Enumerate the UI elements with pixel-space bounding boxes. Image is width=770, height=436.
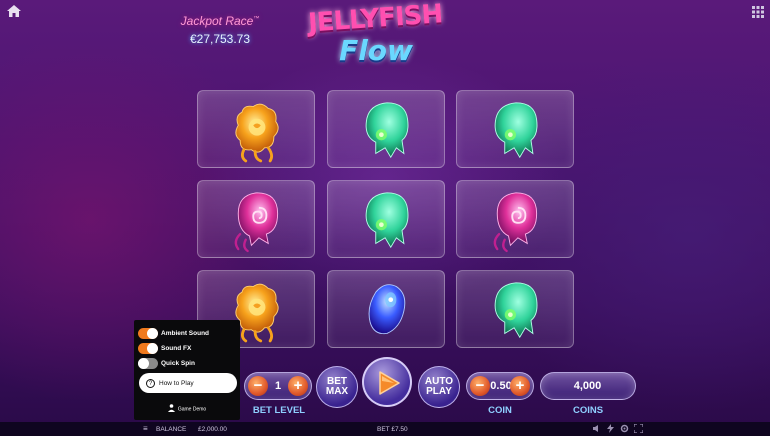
green-jellyfish-icon <box>365 102 409 159</box>
reel-cell <box>197 180 315 258</box>
sound-icon[interactable] <box>592 424 601 433</box>
toggle-label: Sound FX <box>161 344 192 352</box>
pink-jellyfish-icon <box>234 192 279 253</box>
game-logo: JELLYFISH Flow <box>307 0 444 67</box>
reel-cell <box>327 90 445 168</box>
settings-menu: Ambient Sound Sound FX Quick Spin ? How … <box>134 320 240 420</box>
balance-label: BALANCE <box>156 426 187 433</box>
reel-cell <box>456 90 574 168</box>
bet-level-label: BET LEVEL <box>252 405 306 416</box>
jackpot-title: Jackpot Race™ <box>180 14 260 28</box>
toggle-label: Ambient Sound <box>161 329 210 337</box>
grid-menu-icon[interactable] <box>752 5 764 18</box>
reel-cell <box>456 180 574 258</box>
bottom-bar-icons <box>592 423 644 434</box>
bottom-bar: ≡ BALANCE £2,000.00 BET £7.50 <box>0 422 770 436</box>
green-jellyfish-icon <box>365 192 409 249</box>
bet-level-plus-button[interactable]: + <box>288 376 308 396</box>
home-icon[interactable] <box>6 4 22 18</box>
balance-value: £2,000.00 <box>198 426 227 433</box>
jackpot-panel: Jackpot Race™ €27,753.73 <box>150 14 290 46</box>
orange-jellyfish-icon <box>235 103 279 163</box>
quick-spin-toggle[interactable]: Quick Spin <box>138 357 195 369</box>
coin-label: COIN <box>488 405 512 416</box>
person-icon <box>167 404 175 414</box>
coins-label: COINS <box>572 405 604 416</box>
reel-cell <box>197 90 315 168</box>
spin-button[interactable] <box>362 357 412 407</box>
bet-amount: BET £7.50 <box>377 426 408 433</box>
bet-level-stepper: − 1 + <box>244 372 312 400</box>
green-jellyfish-icon <box>494 282 538 339</box>
ambient-sound-toggle[interactable]: Ambient Sound <box>138 327 209 339</box>
spin-arrow-icon <box>379 371 400 395</box>
reel-cell <box>327 270 445 348</box>
coin-value-stepper: − 0.50 + <box>466 372 534 400</box>
question-icon: ? <box>146 378 155 388</box>
settings-icon[interactable] <box>620 424 629 433</box>
coins-display: 4,000 <box>540 372 636 400</box>
how-to-play-button[interactable]: ? How to Play <box>139 373 237 393</box>
jackpot-value: €27,753.73 <box>189 32 251 46</box>
reel-grid <box>197 90 575 350</box>
toggle-switch[interactable] <box>138 327 158 339</box>
menu-icon[interactable]: ≡ <box>143 425 148 433</box>
pink-jellyfish-icon <box>493 192 538 253</box>
game-demo-label: Game Demo <box>134 404 240 414</box>
sound-fx-toggle[interactable]: Sound FX <box>138 342 191 354</box>
bet-level-minus-button[interactable]: − <box>248 376 268 396</box>
coin-value: 0.50 <box>490 380 512 392</box>
toggle-switch[interactable] <box>138 357 158 369</box>
coins-value: 4,000 <box>573 380 602 392</box>
bet-level-value: 1 <box>274 380 282 392</box>
auto-play-button[interactable]: AUTO PLAY <box>418 366 460 408</box>
lightning-icon[interactable] <box>606 424 615 433</box>
blue-jellyfish-icon <box>368 284 406 335</box>
green-jellyfish-icon <box>494 102 538 159</box>
fullscreen-icon[interactable] <box>633 423 644 434</box>
reel-cell <box>327 180 445 258</box>
toggle-label: Quick Spin <box>161 359 195 367</box>
bet-max-button[interactable]: BET MAX <box>316 366 358 408</box>
reel-cell <box>456 270 574 348</box>
toggle-switch[interactable] <box>138 342 158 354</box>
coin-plus-button[interactable]: + <box>510 376 530 396</box>
coin-minus-button[interactable]: − <box>470 376 490 396</box>
